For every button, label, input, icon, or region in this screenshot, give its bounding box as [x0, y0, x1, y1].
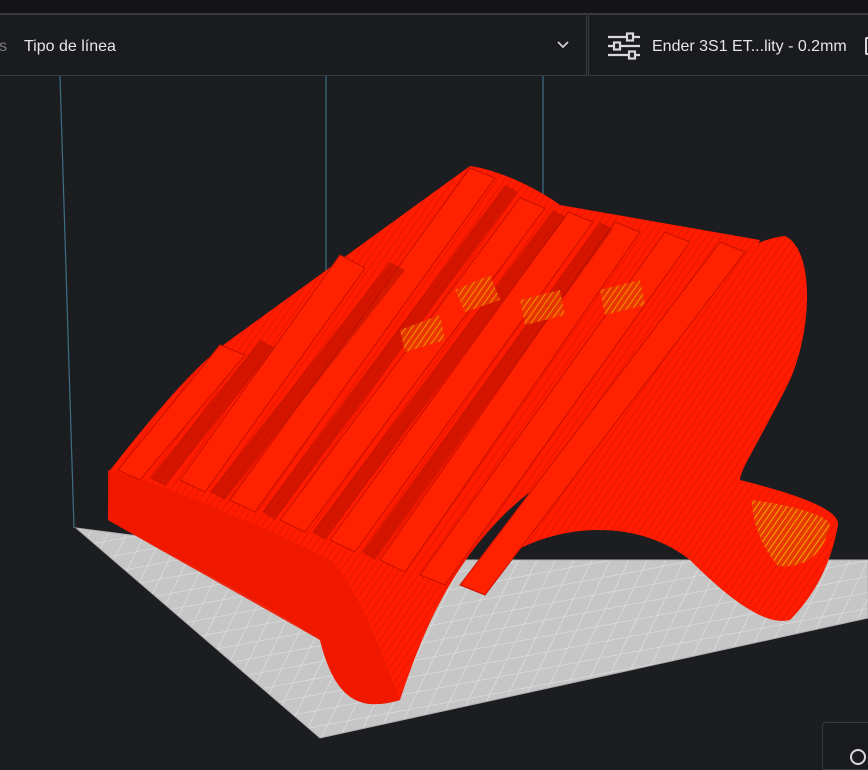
window-top-strip — [0, 0, 868, 14]
line-type-label: Tipo de línea — [24, 38, 116, 55]
3d-viewport[interactable] — [0, 76, 868, 760]
truncated-label: s — [0, 38, 7, 55]
clock-icon — [850, 749, 866, 765]
sliders-icon[interactable] — [607, 32, 641, 60]
chevron-down-icon[interactable] — [555, 37, 571, 53]
line-type-dropdown[interactable]: s Tipo de línea — [0, 14, 587, 76]
print-settings-panel[interactable]: Ender 3S1 ET...lity - 0.2mm — [588, 14, 868, 76]
history-button[interactable] — [822, 722, 868, 770]
printer-profile-label: Ender 3S1 ET...lity - 0.2mm — [652, 38, 847, 55]
